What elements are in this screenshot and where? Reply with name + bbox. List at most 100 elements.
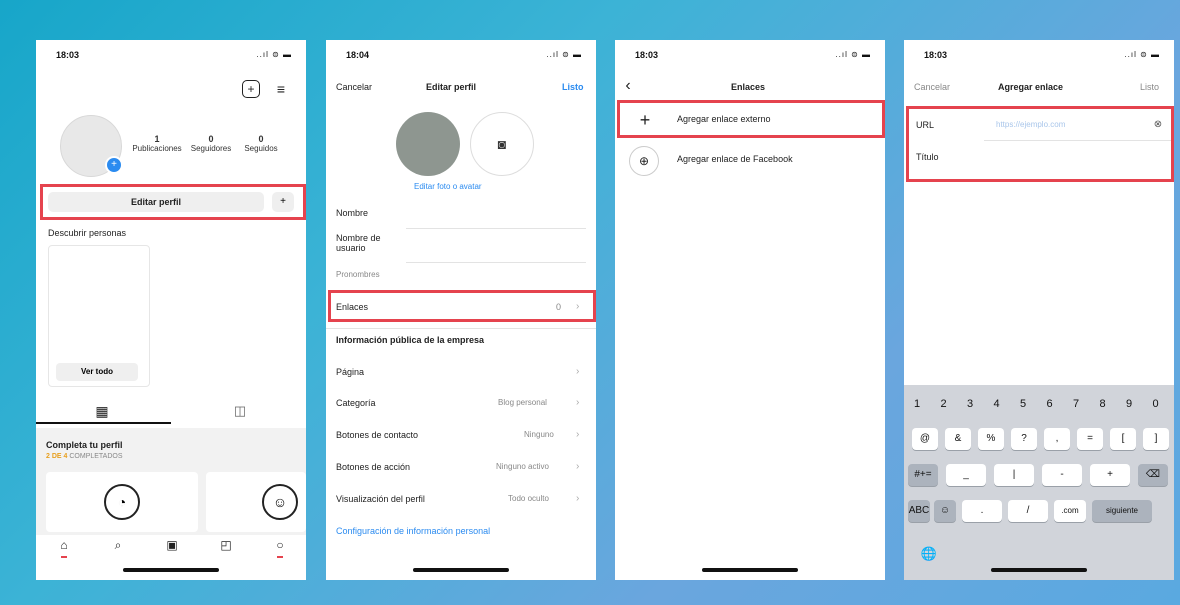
row-pagina[interactable]: Página <box>336 367 364 377</box>
key[interactable]: = <box>1077 428 1103 450</box>
notification-dot <box>61 556 67 558</box>
key[interactable]: ⌫ <box>1138 464 1168 486</box>
see-all-button[interactable]: Ver todo <box>56 363 138 381</box>
url-input[interactable]: https://ejemplo.com <box>996 120 1065 129</box>
add-content-icon[interactable]: + <box>242 80 260 98</box>
shop-icon[interactable]: ◰ <box>216 537 236 553</box>
stat-following-count: 0 <box>258 134 264 144</box>
stat-followers[interactable]: 0 Seguidores <box>186 134 236 153</box>
complete-rest: COMPLETADOS <box>69 453 123 460</box>
key[interactable]: ? <box>1011 428 1037 450</box>
add-facebook-link[interactable]: Agregar enlace de Facebook <box>677 154 793 164</box>
key[interactable]: _ <box>946 464 986 486</box>
field-pronouns-label: Pronombres <box>336 270 380 279</box>
status-bar: 18:04 ..ıl ⊜ ▬ <box>326 50 596 64</box>
key[interactable]: siguiente <box>1092 500 1152 522</box>
cancel-button[interactable]: Cancelar <box>914 82 950 92</box>
edit-photo-link[interactable]: Editar foto o avatar <box>414 182 482 191</box>
discover-people-label: Descubrir personas <box>48 228 127 238</box>
key[interactable]: 8 <box>1094 398 1112 410</box>
key[interactable]: + <box>1090 464 1130 486</box>
discover-people-button[interactable]: + <box>272 192 294 212</box>
avatar-option[interactable]: ◙ <box>470 112 534 176</box>
key[interactable]: ] <box>1143 428 1169 450</box>
key[interactable]: / <box>1008 500 1048 522</box>
stat-followers-count: 0 <box>208 134 214 144</box>
key[interactable]: 4 <box>988 398 1006 410</box>
stat-followers-label: Seguidores <box>190 144 232 153</box>
profile-photo[interactable] <box>396 112 460 176</box>
complete-card-photo[interactable]: ◔ <box>46 472 198 532</box>
add-external-link[interactable]: Agregar enlace externo <box>677 114 771 124</box>
key[interactable]: 2 <box>935 398 953 410</box>
stat-posts[interactable]: 1 Publicaciones <box>132 134 182 153</box>
status-bar: 18:03 ..ıl ⊜ ▬ <box>904 50 1174 64</box>
chevron-right-icon: › <box>576 429 580 440</box>
stat-following[interactable]: 0 Seguidos <box>236 134 286 153</box>
menu-icon[interactable]: ≡ <box>272 80 290 98</box>
page-title: Enlaces <box>731 82 766 92</box>
status-bar: 18:03 ..ıl ⊜ ▬ <box>615 50 885 64</box>
row-contacto[interactable]: Botones de contacto <box>336 430 418 440</box>
key[interactable]: 1 <box>908 398 926 410</box>
key[interactable]: 7 <box>1067 398 1085 410</box>
key[interactable]: .com <box>1054 500 1086 522</box>
stat-posts-count: 1 <box>154 134 160 144</box>
status-signal: ..ıl ⊜ ▬ <box>1124 50 1160 59</box>
add-story-icon[interactable]: + <box>105 156 123 174</box>
key[interactable]: 3 <box>961 398 979 410</box>
avatar[interactable]: + <box>60 115 123 177</box>
divider <box>406 228 586 229</box>
search-icon[interactable]: ⌕ <box>108 537 128 553</box>
profile-tab-icon[interactable]: ○ <box>270 537 290 553</box>
grid-icon[interactable]: ▦ <box>92 402 112 420</box>
stat-following-label: Seguidos <box>244 144 278 153</box>
key[interactable]: @ <box>912 428 938 450</box>
row-visualizacion[interactable]: Visualización del perfil <box>336 494 425 504</box>
phone-edit-profile: 18:04 ..ıl ⊜ ▬ Cancelar Editar perfil Li… <box>326 40 596 580</box>
status-signal: ..ıl ⊜ ▬ <box>546 50 582 59</box>
enlaces-count: 0 <box>556 302 562 312</box>
status-signal: ..ıl ⊜ ▬ <box>256 50 292 59</box>
key[interactable]: ☺ <box>934 500 956 522</box>
row-contacto-value: Ninguno <box>524 430 554 439</box>
key[interactable]: 0 <box>1147 398 1165 410</box>
divider <box>326 328 596 329</box>
phone-add-link: 18:03 ..ıl ⊜ ▬ Cancelar Agregar enlace L… <box>904 40 1174 580</box>
key[interactable]: , <box>1044 428 1070 450</box>
url-label: URL <box>916 120 935 130</box>
globe-icon[interactable]: 🌐 <box>920 545 938 563</box>
done-button[interactable]: Listo <box>562 82 584 92</box>
key[interactable]: 6 <box>1041 398 1059 410</box>
key[interactable]: #+= <box>908 464 938 486</box>
complete-card-name[interactable]: ☺ <box>206 472 306 532</box>
key[interactable]: | <box>994 464 1034 486</box>
keyboard <box>904 385 1174 580</box>
done-button[interactable]: Listo <box>1140 82 1159 92</box>
clear-icon[interactable]: ⊗ <box>1152 118 1164 130</box>
profile-photo-icon: ◔ <box>104 484 140 520</box>
key[interactable]: ABC <box>908 500 930 522</box>
section-title: Información pública de la empresa <box>336 335 485 345</box>
key[interactable]: % <box>978 428 1004 450</box>
key[interactable]: . <box>962 500 1002 522</box>
cancel-button[interactable]: Cancelar <box>336 82 372 92</box>
home-icon[interactable]: ⌂ <box>54 537 74 553</box>
reels-icon[interactable]: ▣ <box>162 537 182 553</box>
personal-info-link[interactable]: Configuración de información personal <box>336 526 490 536</box>
row-accion[interactable]: Botones de acción <box>336 462 410 472</box>
enlaces-row[interactable]: Enlaces <box>336 302 368 312</box>
title-label[interactable]: Título <box>916 152 939 162</box>
status-time: 18:03 <box>56 50 80 60</box>
row-categoria[interactable]: Categoría <box>336 398 376 408</box>
bottom-tab-bar: ⌂ ⌕ ▣ ◰ ○ <box>36 535 306 557</box>
tagged-icon[interactable]: ◫ <box>230 402 250 420</box>
key[interactable]: [ <box>1110 428 1136 450</box>
key[interactable]: - <box>1042 464 1082 486</box>
key[interactable]: 9 <box>1120 398 1138 410</box>
key[interactable]: & <box>945 428 971 450</box>
key[interactable]: 5 <box>1014 398 1032 410</box>
back-arrow-icon[interactable]: ‹ <box>621 77 635 94</box>
complete-count: 2 DE 4 <box>46 453 68 460</box>
edit-profile-button[interactable]: Editar perfil <box>48 192 264 212</box>
